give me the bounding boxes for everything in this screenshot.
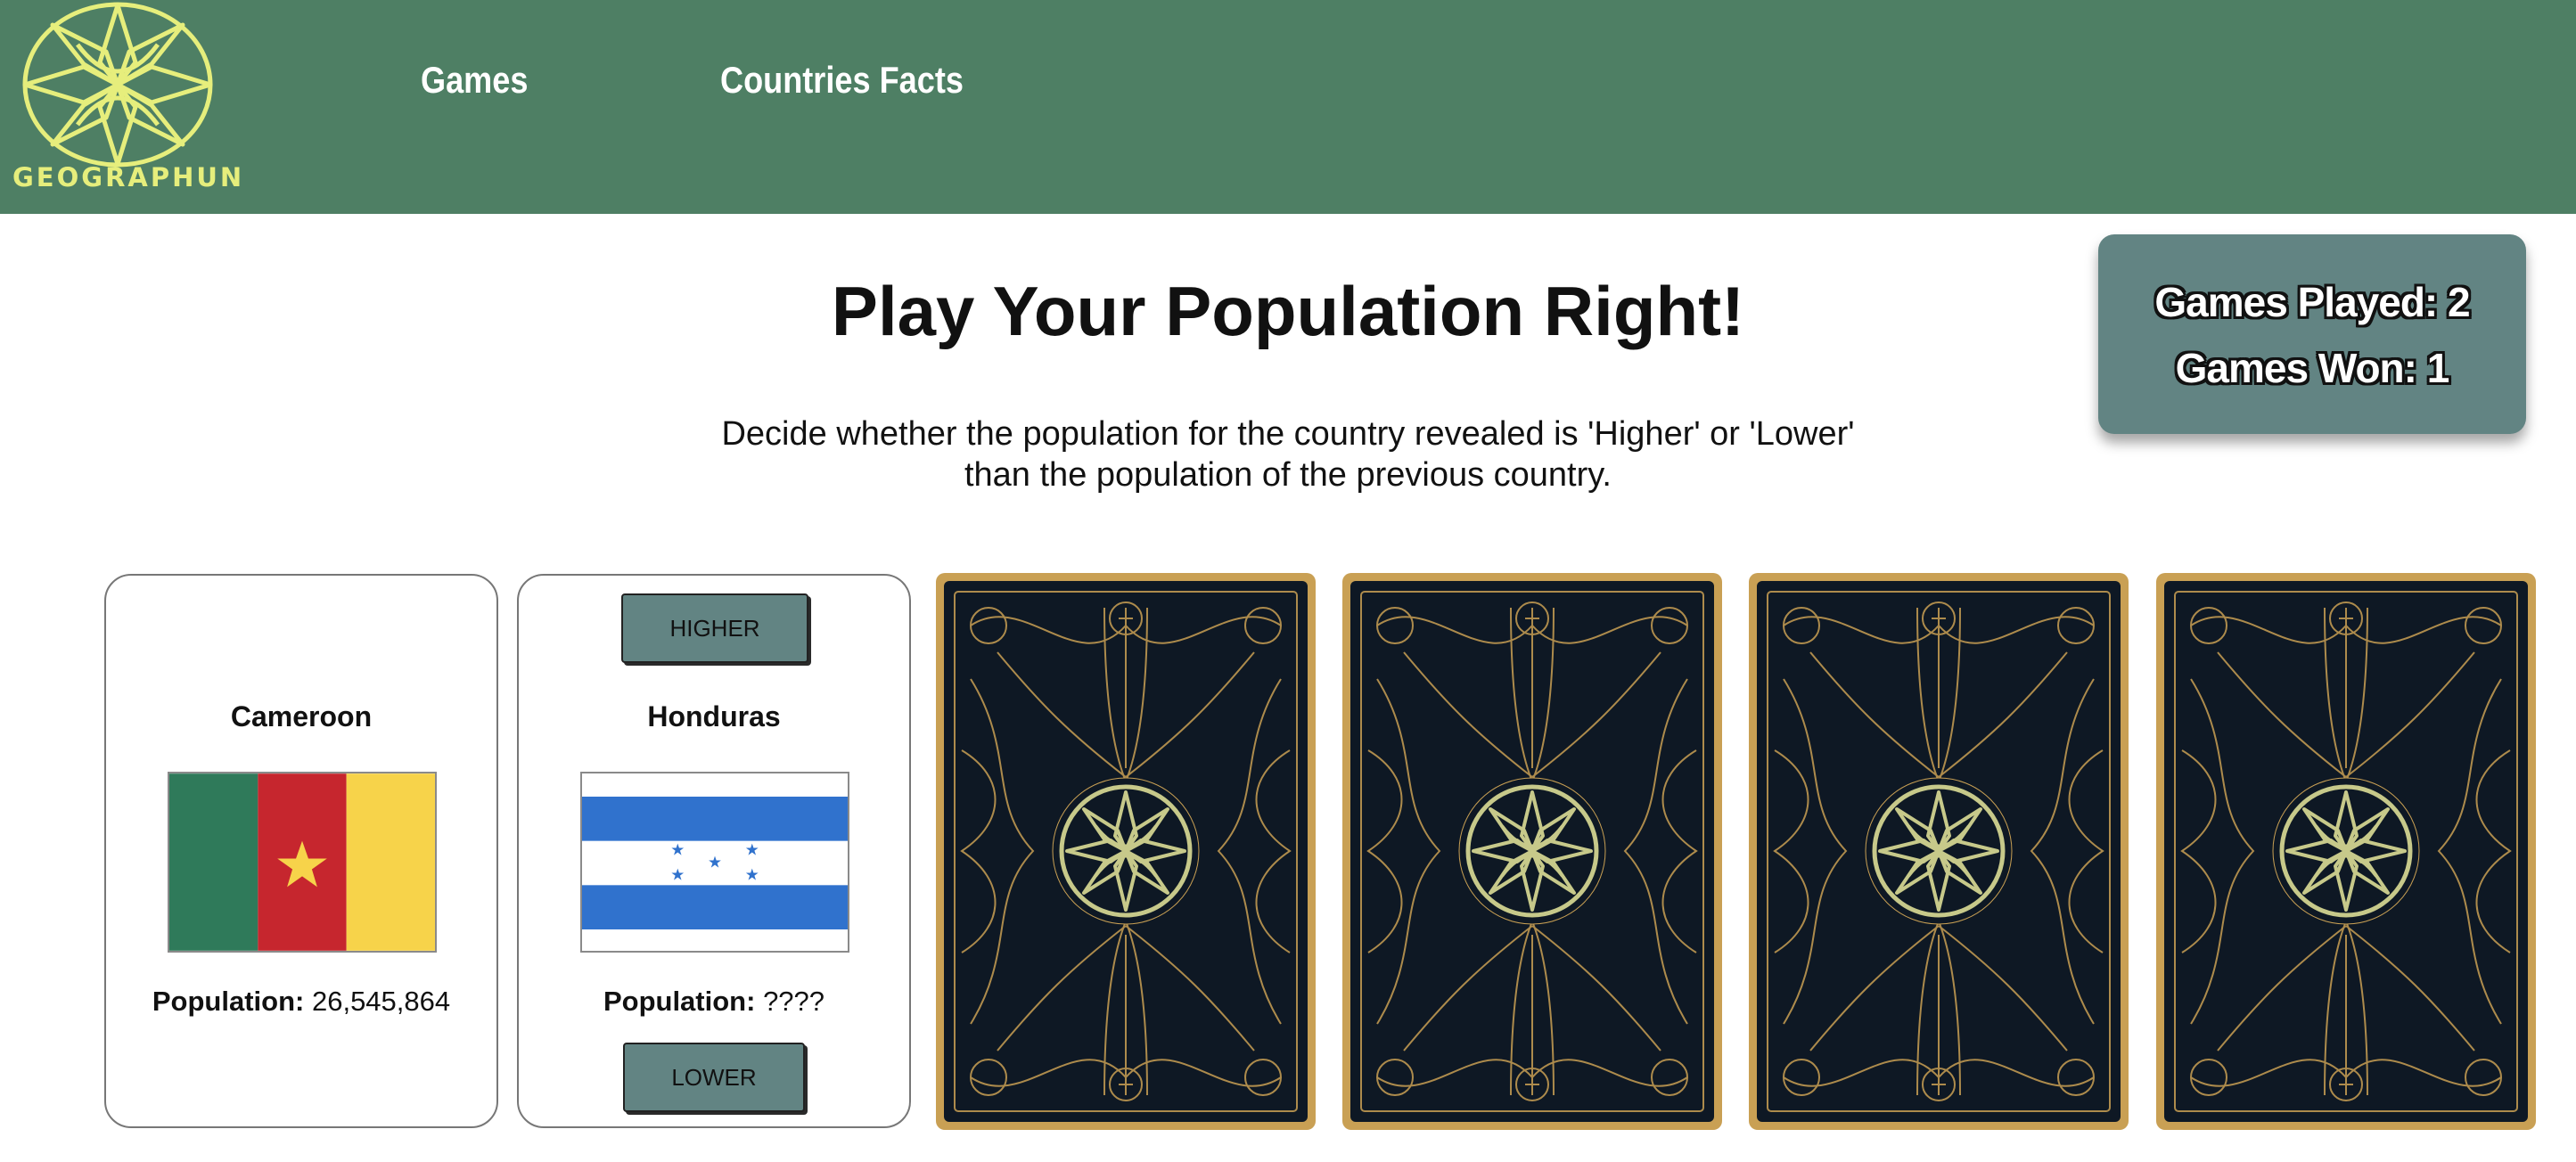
population-value: 26,545,864 — [311, 986, 451, 1017]
population-line: Population: ???? — [519, 986, 909, 1018]
face-down-card — [1748, 572, 2129, 1131]
nav-games-link[interactable]: Games — [421, 59, 528, 102]
face-down-card — [935, 572, 1317, 1131]
face-down-card — [2155, 572, 2537, 1131]
logo-text: GEOGRAPHUN — [12, 162, 245, 192]
card-back-art — [1749, 573, 2129, 1130]
higher-button[interactable]: HIGHER — [621, 593, 808, 663]
svg-text:★: ★ — [670, 841, 685, 860]
game-description: Decide whether the population for the co… — [721, 415, 1855, 494]
revealed-country-card: Cameroon Population: 26,545,864 — [104, 574, 498, 1128]
lower-button[interactable]: LOWER — [623, 1043, 805, 1112]
card-back-art — [936, 573, 1316, 1130]
population-value: ???? — [763, 986, 825, 1017]
games-won-stat: Games Won: 1 — [2175, 345, 2450, 391]
face-down-card — [1341, 572, 1723, 1131]
svg-text:★: ★ — [745, 865, 759, 884]
svg-text:★: ★ — [670, 865, 685, 884]
stats-panel — [2098, 234, 2526, 434]
population-label: Population: — [152, 986, 305, 1017]
svg-text:★: ★ — [708, 853, 722, 872]
card-back-art — [1342, 573, 1722, 1130]
games-played-stat: Games Played: 2 — [2154, 279, 2470, 325]
nav-countries-facts-link[interactable]: Countries Facts — [720, 59, 964, 102]
card-back-art — [2156, 573, 2536, 1130]
current-country-card: HIGHER Honduras ★ ★ ★ ★ ★ Population: ??… — [517, 574, 911, 1128]
cameroon-flag-icon — [168, 772, 437, 953]
population-line: Population: 26,545,864 — [106, 986, 496, 1018]
honduras-flag-icon: ★ ★ ★ ★ ★ — [580, 772, 849, 953]
country-name: Honduras — [647, 700, 781, 732]
geographun-logo[interactable]: GEOGRAPHUN — [12, 0, 245, 200]
population-label: Population: — [603, 986, 756, 1017]
svg-text:★: ★ — [745, 841, 759, 860]
top-navbar: GEOGRAPHUN Games Countries Facts — [0, 0, 2576, 214]
country-name: Cameroon — [230, 700, 373, 732]
